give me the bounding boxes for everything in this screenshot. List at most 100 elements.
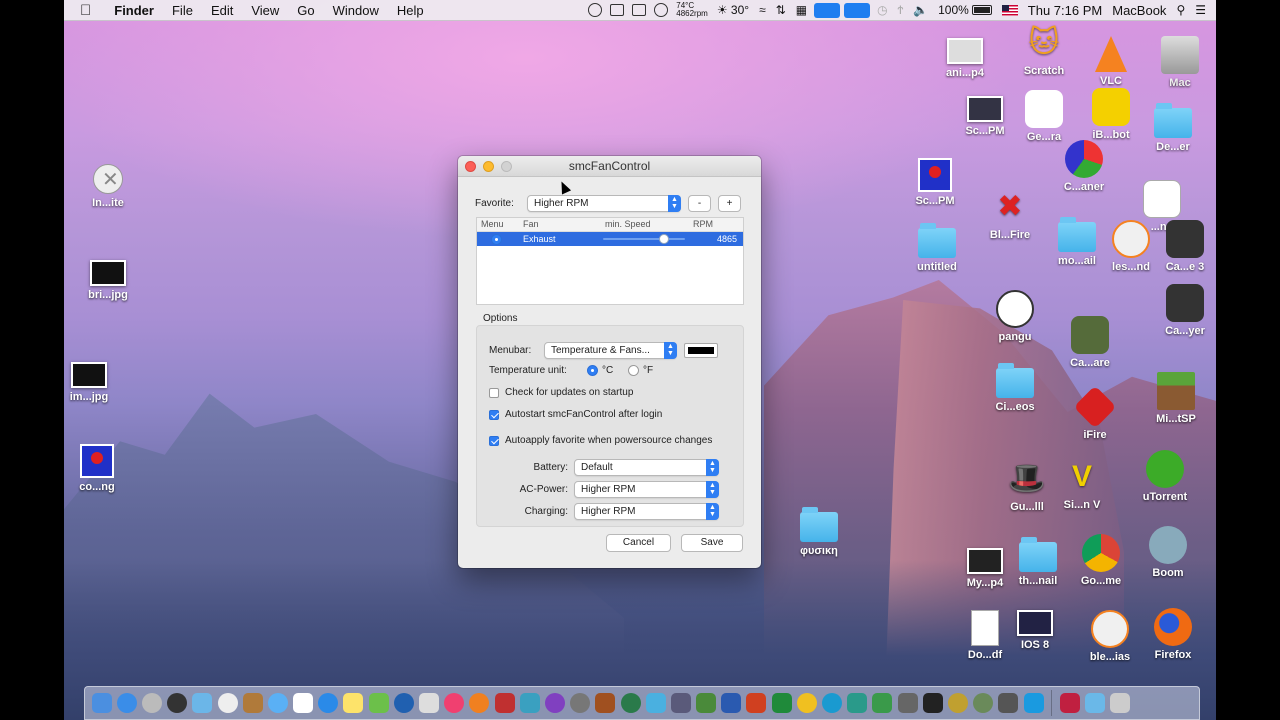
printer-dock-icon[interactable] [998,693,1019,713]
game-center-dock-icon[interactable] [519,693,540,713]
migration-dock-icon[interactable] [897,693,918,713]
clock[interactable]: Thu 7:16 PM [1023,0,1107,21]
desktop-icon[interactable]: ani...p4 [927,38,1003,79]
cancel-button[interactable]: Cancel [606,534,671,552]
menubar-color-well[interactable] [684,343,718,358]
photo-app-dock-icon[interactable] [494,693,515,713]
clock-dock-icon[interactable] [217,693,238,713]
menu-help[interactable]: Help [388,0,433,21]
preview-dock-icon[interactable] [192,693,213,713]
garageband-dock-icon[interactable] [595,693,616,713]
app-store-dock-icon[interactable] [116,693,137,713]
unit-fahrenheit-radio[interactable] [628,365,639,376]
computer-name[interactable]: MacBook [1107,0,1171,21]
ibooks-dock-icon[interactable] [469,693,490,713]
desktop-icon[interactable]: im...jpg [51,360,127,403]
battery-favorite-select[interactable]: Default ▲ ▼ [574,459,719,476]
minimize-button[interactable] [483,161,494,172]
system-preferences-dock-icon[interactable] [570,693,591,713]
menu-window[interactable]: Window [324,0,388,21]
spotlight-search-icon[interactable]: ⚲ [1171,0,1190,21]
remove-favorite-button[interactable]: - [688,195,711,212]
menu-go[interactable]: Go [288,0,323,21]
desktop-icon[interactable]: 🐱 Scratch [1006,24,1082,77]
quicktime-dock-icon[interactable] [393,693,414,713]
status-button-blue-2[interactable] [844,2,871,18]
trash-dock-icon[interactable] [1110,693,1131,713]
record-icon[interactable] [588,3,603,17]
input-source-flag-icon[interactable] [997,0,1023,21]
bluetooth-icon[interactable]: Ϯ [893,0,909,21]
slider-knob[interactable] [659,234,670,244]
messages-dock-icon[interactable] [267,693,288,713]
outlook-dock-icon[interactable] [796,693,817,713]
desktop-icon[interactable]: De...er [1135,103,1211,153]
menu-view[interactable]: View [242,0,288,21]
desktop-icon[interactable]: Ca...yer [1147,284,1223,337]
desktop-icon[interactable]: Sc...PM [897,158,973,207]
save-button[interactable]: Save [681,534,743,552]
desktop-icon[interactable]: C...aner [1046,140,1122,193]
desktop-icon[interactable]: untitled [899,223,975,273]
autostart-checkbox[interactable] [489,409,499,420]
check-updates-checkbox[interactable] [489,387,499,398]
volume-icon[interactable]: 🔈 [908,0,933,21]
documents-folder-dock-icon[interactable] [1084,693,1105,713]
calendar-dock-icon[interactable] [293,693,314,713]
script-editor-dock-icon[interactable] [670,693,691,713]
desktop-icon[interactable]: uTorrent [1127,450,1203,503]
desktop-icon[interactable]: Ge...ra [1006,90,1082,143]
shield-icon[interactable] [632,4,647,16]
desktop-icon[interactable]: Ca...e 3 [1147,220,1223,273]
desktop-icon[interactable]: iFire [1057,385,1133,441]
apple-menu-icon[interactable]:  [64,0,105,21]
ac-power-favorite-select[interactable]: Higher RPM ▲ ▼ [574,481,719,498]
time-machine-dock-icon[interactable] [620,693,641,713]
display-icon[interactable] [610,4,625,16]
menu-app-name[interactable]: Finder [105,0,163,21]
maps-dock-icon[interactable] [368,693,389,713]
desktop-icon[interactable]: φυσικη [781,507,857,557]
desktop-icon[interactable]: Boom [1130,526,1206,579]
camera-dock-icon[interactable] [973,693,994,713]
terminal-dock-icon[interactable] [922,693,943,713]
desktop-icon[interactable]: pangu [977,290,1053,343]
onenote-dock-icon[interactable] [822,693,843,713]
excel-x-dock-icon[interactable] [771,693,792,713]
desktop-icon[interactable]: ✕ In...ite [70,160,146,209]
desktop-icon[interactable]: Mi...tSP [1138,372,1214,425]
menubar-display-select[interactable]: Temperature & Fans... ▲ ▼ [544,342,677,359]
contacts-dock-icon[interactable] [242,693,263,713]
window-titlebar[interactable]: smcFanControl [458,156,761,177]
menu-file[interactable]: File [163,0,202,21]
word-dock-icon[interactable] [721,693,742,713]
android-file-transfer-dock-icon[interactable] [872,693,893,713]
min-speed-slider[interactable] [603,232,691,246]
unit-celsius-radio[interactable] [587,365,598,376]
menu-edit[interactable]: Edit [202,0,242,21]
dashboard-dock-icon[interactable] [167,693,188,713]
imovie-dock-icon[interactable] [544,693,565,713]
transfer-icon[interactable]: ⇅ [771,0,791,21]
downloads-stack-dock-icon[interactable] [1059,693,1080,713]
memory-icon[interactable]: ▦ [791,0,812,21]
table-row[interactable]: Exhaust 4865 [477,232,743,246]
excel-dock-icon[interactable] [696,693,717,713]
desktop-icon[interactable]: Firefox [1135,608,1211,661]
desktop-icon[interactable]: IOS 8 [997,610,1073,651]
wifi-icon[interactable]: ≈ [754,0,771,21]
utility-dock-icon[interactable] [847,693,868,713]
desktop-icon[interactable]: Go...me [1063,534,1139,587]
desktop-icon[interactable]: co...ng [59,444,135,493]
desktop-icon[interactable]: Ci...eos [977,363,1053,413]
desktop-icon[interactable]: ✖ Bl...Fire [972,188,1048,241]
fan-status-readout[interactable]: 74°C 4862rpm [672,2,712,18]
battery-status[interactable]: 100% [933,0,997,21]
desktop-icon[interactable]: Ca...are [1052,316,1128,369]
eye-icon[interactable] [654,3,669,17]
add-favorite-button[interactable]: + [718,195,741,212]
favorite-select[interactable]: Higher RPM ▲ ▼ [527,195,681,212]
desktop-icon[interactable]: bri...jpg [70,258,146,301]
autoapply-checkbox[interactable] [489,435,499,446]
desktop-icon[interactable]: VLC [1073,36,1149,87]
